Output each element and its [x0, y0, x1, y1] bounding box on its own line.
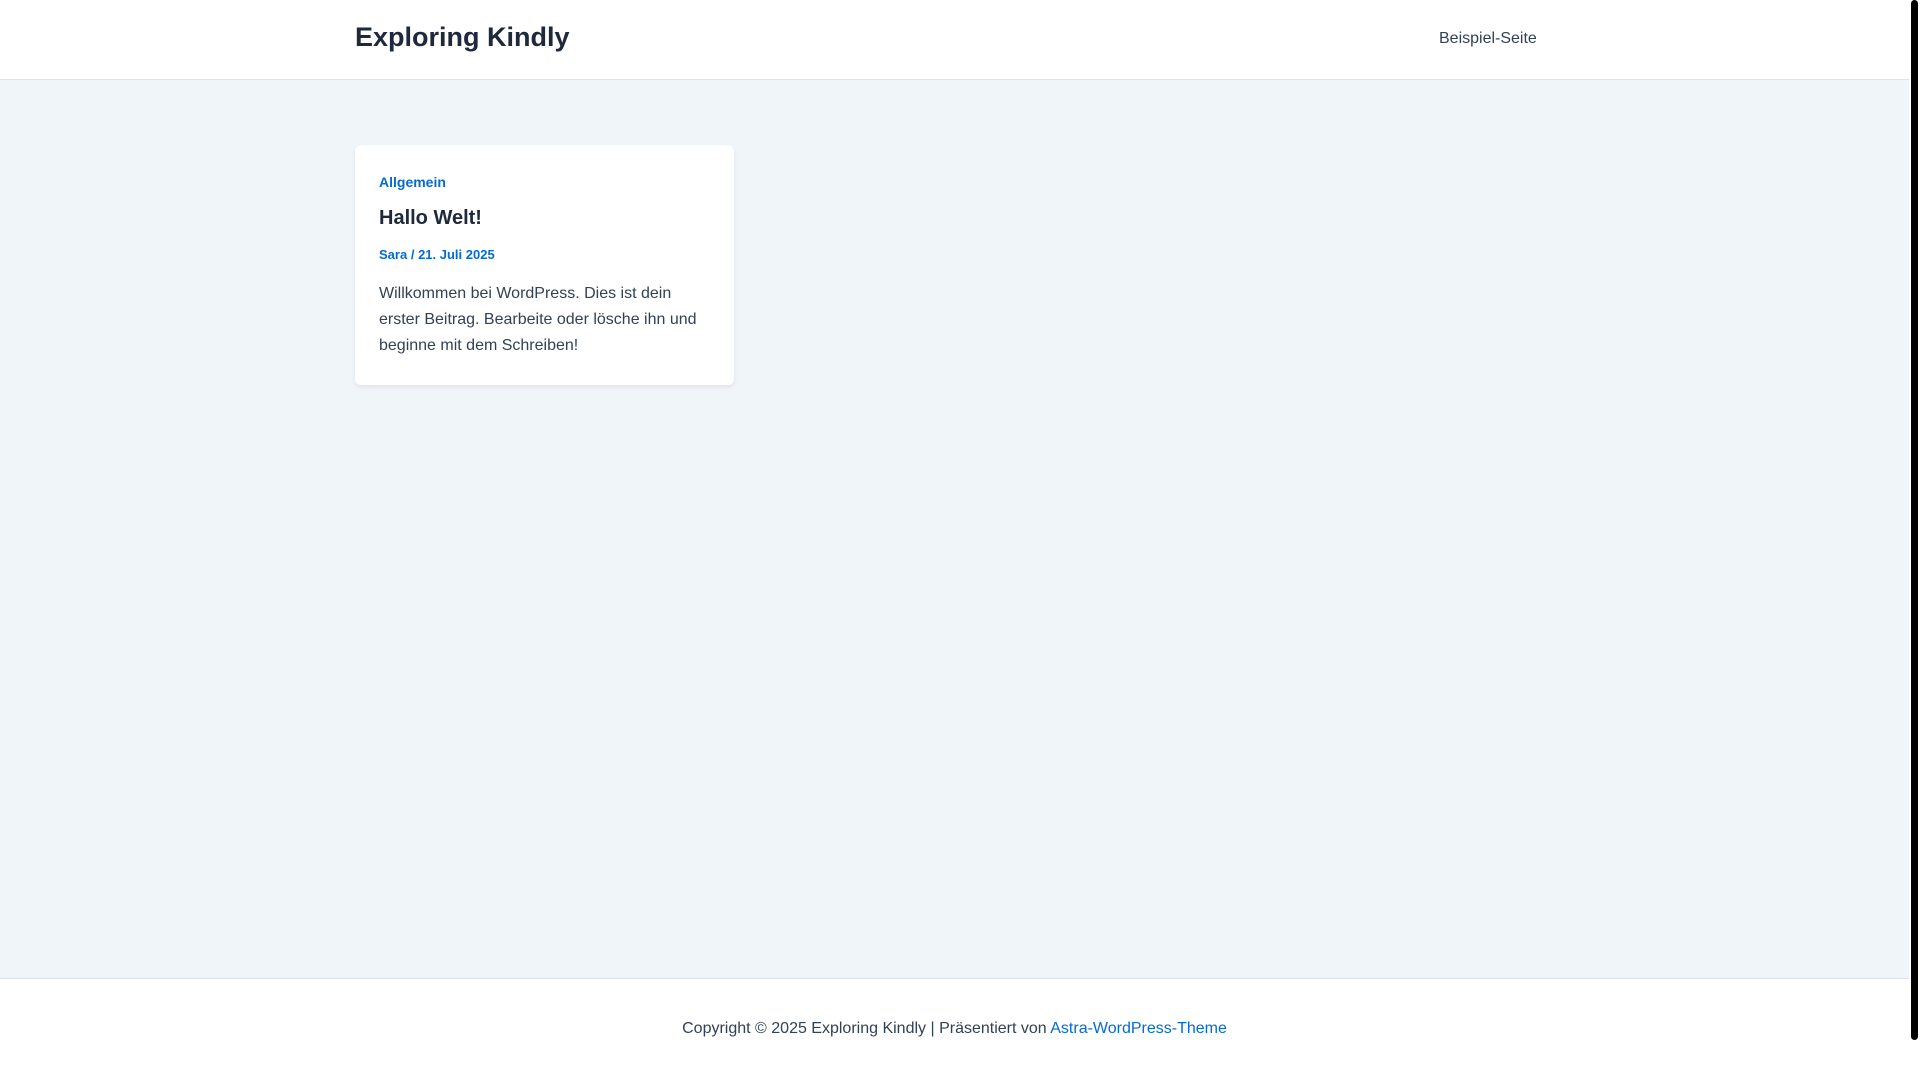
- copyright-text: Copyright © 2025 Exploring Kindly | Präs…: [682, 1020, 1051, 1037]
- main-content: Allgemein Hallo Welt! Sara / 21. Juli 20…: [0, 80, 1909, 978]
- post-category-link[interactable]: Allgemein: [379, 174, 446, 190]
- footer-copyright: Copyright © 2025 Exploring Kindly | Präs…: [0, 1020, 1909, 1038]
- meta-separator: /: [410, 247, 419, 262]
- post-author-link[interactable]: Sara: [379, 247, 407, 262]
- post-title-link[interactable]: Hallo Welt!: [379, 207, 482, 230]
- scrollbar-thumb[interactable]: [1911, 0, 1918, 1040]
- post-date-link[interactable]: 21. Juli 2025: [418, 247, 495, 262]
- post-card: Allgemein Hallo Welt! Sara / 21. Juli 20…: [355, 145, 734, 385]
- site-footer: Copyright © 2025 Exploring Kindly | Präs…: [0, 978, 1909, 1080]
- site-header: Exploring Kindly Beispiel-Seite: [0, 0, 1909, 80]
- astra-theme-link[interactable]: Astra-WordPress-Theme: [1050, 1020, 1227, 1037]
- vertical-scrollbar[interactable]: [1909, 0, 1920, 1080]
- site-title-link[interactable]: Exploring Kindly: [355, 22, 570, 53]
- nav-item-beispiel-seite[interactable]: Beispiel-Seite: [1439, 30, 1537, 48]
- post-excerpt: Willkommen bei WordPress. Dies ist dein …: [379, 285, 697, 354]
- page: Exploring Kindly Beispiel-Seite Allgemei…: [0, 0, 1909, 1080]
- post-meta: Sara / 21. Juli 2025: [379, 247, 495, 262]
